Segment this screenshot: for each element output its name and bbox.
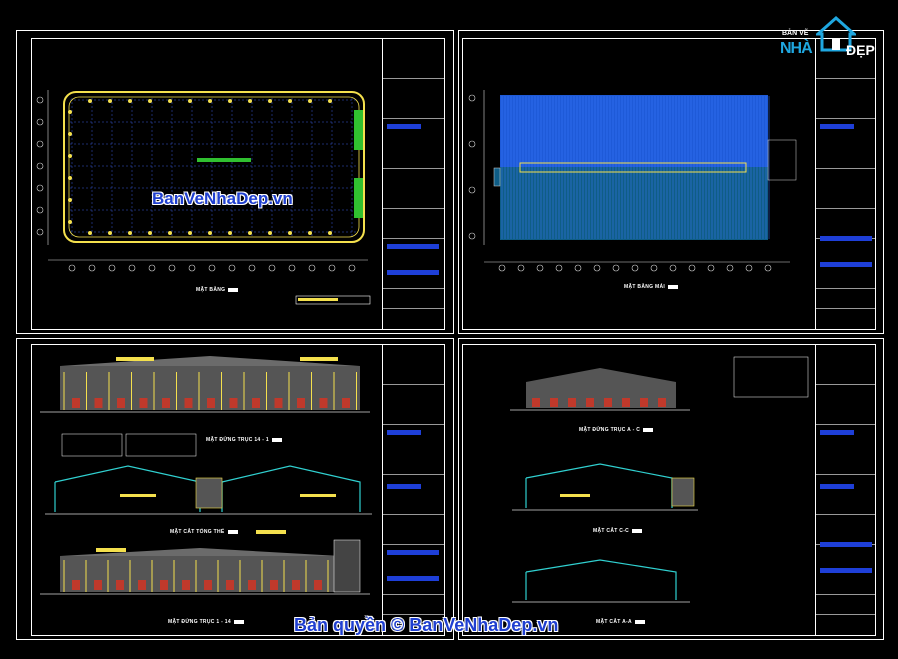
- watermark-center: BanVeNhaDep.vn: [152, 189, 293, 208]
- label-roof-plan: MẶT BẰNG MÁI: [624, 284, 678, 290]
- logo-nha-text: NHÀ: [780, 40, 813, 57]
- roof-plan-drawing: [468, 90, 797, 272]
- label-section-cc: MẶT CẮT C-C: [593, 528, 642, 534]
- elevation-a-c-drawing: [510, 356, 809, 411]
- section-overall-drawing: [45, 465, 372, 515]
- label-section-overall: MẶT CẮT TỔNG THỂ: [170, 529, 238, 535]
- logo-top-text: BẢN VẼ: [782, 30, 809, 37]
- label-elevation-14-1: MẶT ĐỨNG TRỤC 14 - 1: [206, 437, 282, 443]
- drawing-canvas: [36, 90, 809, 603]
- watermark-copyright: Bản quyền © BanVeNhaDep.vn: [294, 615, 559, 635]
- label-elevation-1-14: MẶT ĐỨNG TRỤC 1 - 14: [168, 619, 244, 625]
- elevation-1-14-drawing: [40, 530, 370, 595]
- elevation-14-1-drawing: [40, 356, 370, 457]
- logo-dep-text: ĐẸP: [846, 42, 875, 58]
- label-elevation-a-c: MẶT ĐỨNG TRỤC A - C: [579, 427, 653, 433]
- brand-logo: BẢN VẼ NHÀ ĐẸP: [778, 14, 886, 66]
- label-section-aa: MẶT CẮT A-A: [596, 619, 645, 625]
- section-cc-drawing: [512, 463, 698, 511]
- label-floor-plan: MẶT BẰNG: [196, 287, 238, 293]
- section-aa-drawing: [512, 559, 690, 603]
